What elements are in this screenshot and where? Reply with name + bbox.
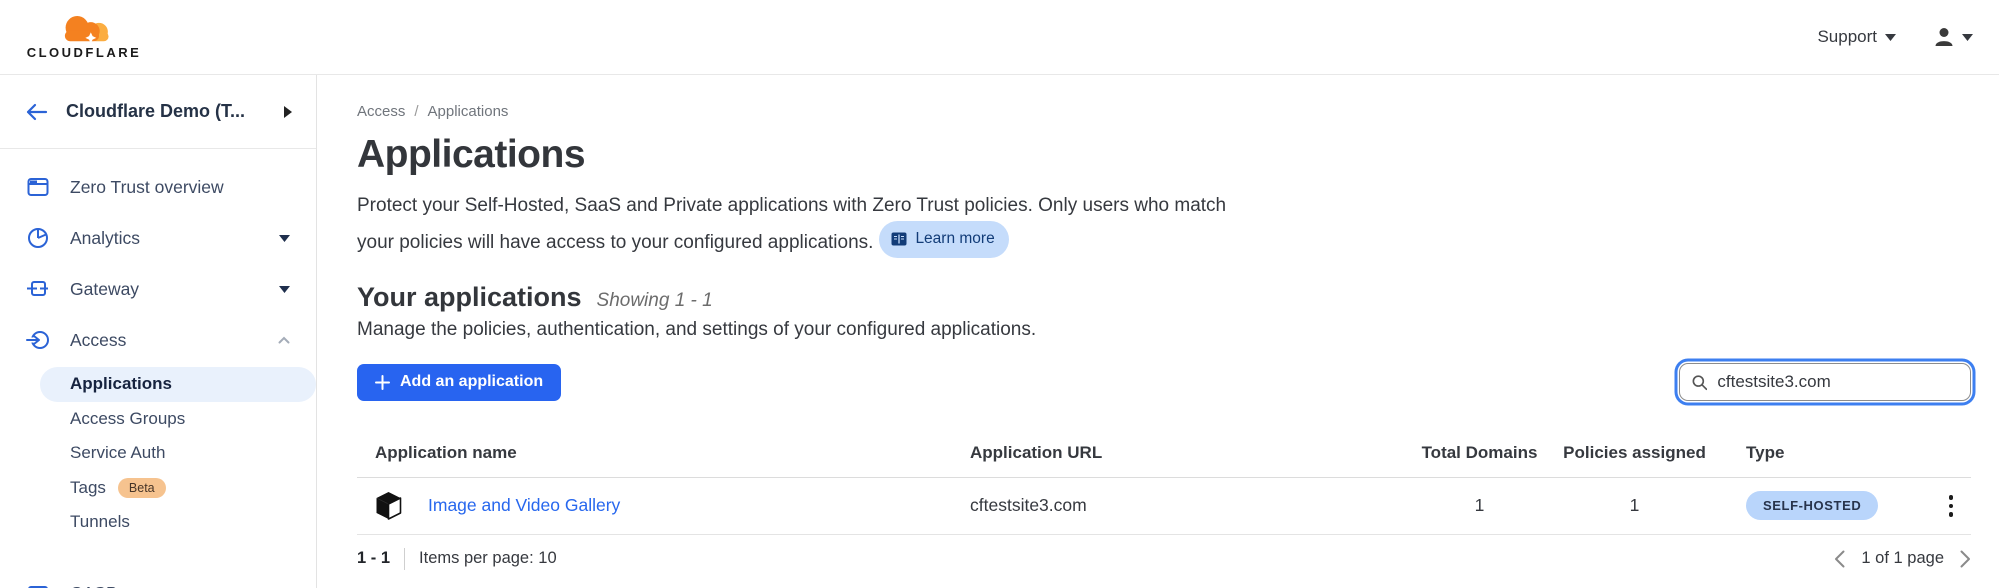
section-description: Manage the policies, authentication, and… bbox=[357, 319, 1971, 341]
sidebar-item-label: Zero Trust overview bbox=[70, 177, 224, 198]
section-title: Your applications bbox=[357, 282, 582, 313]
sidebar-item-applications[interactable]: Applications bbox=[40, 367, 316, 402]
table-controls: Add an application bbox=[357, 363, 1971, 401]
policies-assigned-cell: 1 bbox=[1547, 495, 1722, 516]
back-arrow-icon[interactable] bbox=[24, 102, 48, 122]
chevron-right-icon bbox=[1960, 550, 1971, 568]
account-expand-button[interactable] bbox=[284, 106, 292, 118]
chevron-down-icon bbox=[279, 235, 290, 242]
footer-divider bbox=[404, 548, 405, 570]
sidebar-item-label: CASB bbox=[70, 583, 118, 588]
chevron-left-icon bbox=[1834, 550, 1845, 568]
table-header-row: Application name Application URL Total D… bbox=[357, 433, 1971, 478]
user-menu[interactable] bbox=[1932, 25, 1973, 49]
items-per-page[interactable]: Items per page: 10 bbox=[419, 549, 557, 568]
column-header-policies-assigned: Policies assigned bbox=[1547, 443, 1722, 463]
access-subnav: Applications Access Groups Service Auth … bbox=[0, 367, 316, 544]
result-range: 1 - 1 bbox=[357, 549, 390, 568]
add-application-button[interactable]: Add an application bbox=[357, 364, 561, 401]
overview-icon bbox=[26, 175, 50, 199]
sidebar-item-label: Applications bbox=[70, 374, 172, 394]
application-url-cell: cftestsite3.com bbox=[952, 495, 1412, 516]
chevron-down-icon bbox=[1885, 34, 1896, 41]
sidebar-item-access-groups[interactable]: Access Groups bbox=[0, 402, 316, 437]
application-name-link[interactable]: Image and Video Gallery bbox=[428, 495, 620, 516]
sidebar-item-label: Access Groups bbox=[70, 409, 185, 429]
previous-page-button[interactable] bbox=[1834, 550, 1845, 568]
page-description-text: Protect your Self-Hosted, SaaS and Priva… bbox=[357, 195, 1226, 253]
page-description: Protect your Self-Hosted, SaaS and Priva… bbox=[357, 191, 1242, 258]
column-header-application-url: Application URL bbox=[952, 443, 1412, 463]
breadcrumb-access[interactable]: Access bbox=[357, 103, 405, 120]
table-footer: 1 - 1 Items per page: 10 1 of 1 page bbox=[357, 535, 1971, 583]
casb-icon bbox=[26, 582, 50, 588]
account-name: Cloudflare Demo (T... bbox=[66, 101, 245, 122]
app-cube-icon bbox=[375, 491, 402, 520]
cloudflare-logo: CLOUDFLARE bbox=[18, 14, 150, 60]
sidebar-item-analytics[interactable]: Analytics bbox=[0, 214, 316, 262]
learn-more-button[interactable]: Learn more bbox=[879, 221, 1008, 258]
showing-count: Showing 1 - 1 bbox=[597, 290, 713, 312]
sidebar-item-service-auth[interactable]: Service Auth bbox=[0, 436, 316, 471]
sidebar-item-tunnels[interactable]: Tunnels bbox=[0, 505, 316, 540]
sidebar-item-casb[interactable]: CASB bbox=[0, 570, 316, 588]
breadcrumb: Access / Applications bbox=[357, 103, 1971, 120]
breadcrumb-separator: / bbox=[414, 103, 418, 120]
sidebar-item-label: Tunnels bbox=[70, 512, 130, 532]
applications-table: Application name Application URL Total D… bbox=[357, 433, 1971, 583]
chevron-down-icon bbox=[279, 286, 290, 293]
column-header-application-name: Application name bbox=[357, 443, 952, 463]
page-title: Applications bbox=[357, 133, 1971, 177]
sidebar-item-label: Analytics bbox=[70, 228, 140, 249]
type-badge: SELF-HOSTED bbox=[1746, 491, 1878, 520]
sidebar-item-tags[interactable]: Tags Beta bbox=[0, 471, 316, 506]
row-actions-kebab-menu[interactable] bbox=[1945, 491, 1958, 521]
book-icon bbox=[891, 232, 907, 246]
analytics-icon bbox=[26, 226, 50, 250]
sidebar: Cloudflare Demo (T... Zero Trust overvie… bbox=[0, 75, 317, 588]
next-page-button[interactable] bbox=[1960, 550, 1971, 568]
beta-badge: Beta bbox=[118, 478, 166, 498]
sidebar-item-access[interactable]: Access bbox=[0, 316, 316, 364]
breadcrumb-applications: Applications bbox=[428, 103, 509, 120]
account-header: Cloudflare Demo (T... bbox=[0, 75, 316, 149]
sidebar-item-label: Tags bbox=[70, 478, 106, 498]
page-indicator: 1 of 1 page bbox=[1861, 549, 1944, 568]
cloudflare-cloud-icon bbox=[49, 14, 119, 44]
access-icon bbox=[26, 328, 50, 352]
sidebar-item-label: Gateway bbox=[70, 279, 139, 300]
user-icon bbox=[1932, 25, 1956, 49]
gateway-icon bbox=[26, 277, 50, 301]
column-header-type: Type bbox=[1722, 443, 1937, 463]
column-header-total-domains: Total Domains bbox=[1412, 443, 1547, 463]
plus-icon bbox=[375, 375, 390, 390]
chevron-up-icon bbox=[278, 336, 290, 344]
table-row: Image and Video Gallery cftestsite3.com … bbox=[357, 478, 1971, 535]
search-box bbox=[1679, 363, 1971, 401]
add-application-label: Add an application bbox=[400, 373, 543, 391]
sidebar-nav: Zero Trust overview Analytics Gateway bbox=[0, 149, 316, 588]
sidebar-item-label: Service Auth bbox=[70, 443, 165, 463]
support-label: Support bbox=[1817, 27, 1877, 47]
cloudflare-wordmark: CLOUDFLARE bbox=[27, 45, 142, 60]
total-domains-cell: 1 bbox=[1412, 495, 1547, 516]
search-input[interactable] bbox=[1717, 372, 1958, 392]
sidebar-item-zero-trust-overview[interactable]: Zero Trust overview bbox=[0, 163, 316, 211]
search-icon bbox=[1692, 374, 1707, 391]
topbar: CLOUDFLARE Support bbox=[0, 0, 1999, 75]
learn-more-label: Learn more bbox=[915, 224, 994, 254]
chevron-down-icon bbox=[1962, 34, 1973, 41]
main-content: Access / Applications Applications Prote… bbox=[317, 75, 1999, 588]
sidebar-item-gateway[interactable]: Gateway bbox=[0, 265, 316, 313]
pagination: 1 of 1 page bbox=[1834, 549, 1971, 568]
sidebar-item-label: Access bbox=[70, 330, 126, 351]
chevron-right-icon bbox=[284, 106, 292, 118]
support-menu[interactable]: Support bbox=[1817, 27, 1896, 47]
